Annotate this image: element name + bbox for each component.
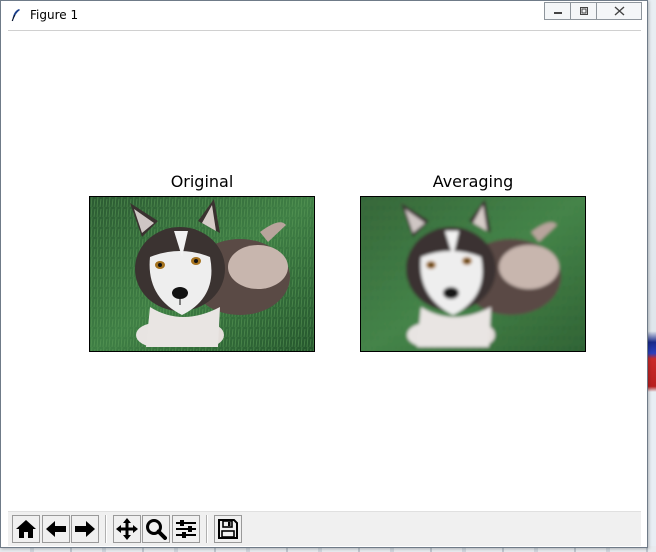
- restore-icon: [579, 7, 588, 15]
- home-button[interactable]: [12, 515, 40, 543]
- pan-button[interactable]: [113, 515, 141, 543]
- save-button[interactable]: [214, 515, 242, 543]
- minimize-icon: [553, 12, 562, 14]
- title-bar[interactable]: Figure 1: [1, 1, 647, 29]
- toolbar-separator: [206, 515, 208, 543]
- image-original: [89, 196, 315, 352]
- arrow-left-icon: [46, 521, 66, 537]
- desktop-background-right: [648, 0, 656, 552]
- feather-icon: [11, 9, 20, 22]
- subplot-title-original: Original: [170, 172, 234, 191]
- minimize-button[interactable]: [544, 2, 571, 20]
- sliders-icon: [176, 520, 196, 538]
- figure-window: Figure 1 Original Averaging: [0, 0, 648, 548]
- restore-button[interactable]: [570, 2, 597, 20]
- arrow-right-icon: [75, 521, 95, 537]
- figure-canvas[interactable]: Original Averaging: [8, 30, 641, 512]
- subplot-title-averaging: Averaging: [432, 172, 514, 191]
- window-controls: [544, 2, 642, 20]
- zoom-button[interactable]: [142, 515, 170, 543]
- toolbar-separator: [105, 515, 107, 543]
- image-averaging: [360, 196, 586, 352]
- navigation-toolbar: [8, 511, 641, 546]
- move-icon: [116, 518, 138, 540]
- forward-button[interactable]: [71, 515, 99, 543]
- floppy-disk-icon: [218, 519, 238, 539]
- configure-subplots-button[interactable]: [172, 515, 200, 543]
- back-button[interactable]: [42, 515, 70, 543]
- magnifier-icon: [146, 519, 167, 540]
- window-title: Figure 1: [30, 8, 79, 22]
- home-icon: [16, 520, 36, 538]
- close-icon: [614, 6, 624, 16]
- close-button[interactable]: [596, 2, 642, 20]
